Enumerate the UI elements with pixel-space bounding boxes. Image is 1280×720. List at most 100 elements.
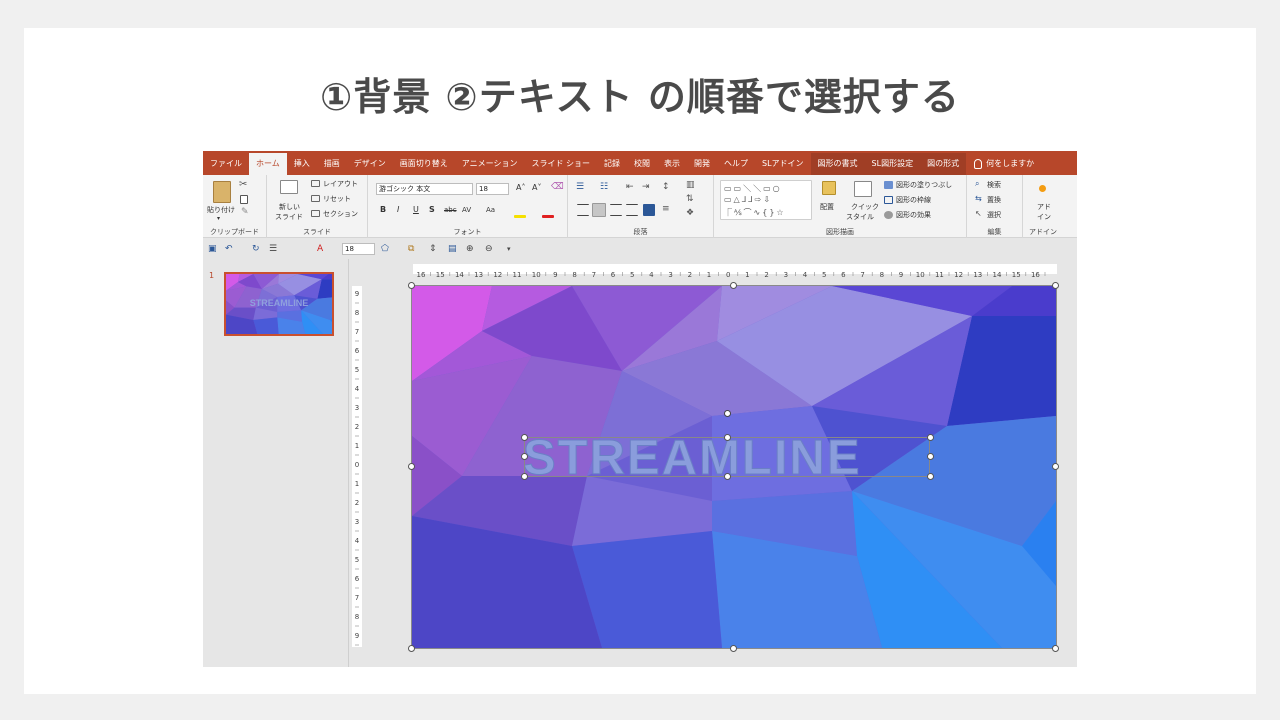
tab-8[interactable]: 記録 — [597, 153, 627, 175]
resize-handle[interactable] — [408, 645, 415, 652]
addin-label-1[interactable]: アド — [1037, 202, 1051, 212]
select-button[interactable]: 選択 — [987, 210, 1001, 220]
redo-icon[interactable]: ↻ — [252, 242, 260, 256]
paste-button[interactable]: 貼り付け — [207, 205, 235, 215]
shapes-row-2-icon[interactable]: ▭△⅃⅃⇨⇩ — [724, 195, 772, 204]
reset-icon[interactable] — [311, 195, 320, 202]
slide-thumbnail[interactable]: STREAMLINE — [224, 272, 334, 336]
chart-qat-icon[interactable]: ▤ — [448, 242, 457, 256]
text-resize-handle[interactable] — [724, 434, 731, 441]
resize-handle[interactable] — [730, 282, 737, 289]
align-right-icon[interactable] — [610, 204, 622, 216]
bold-button[interactable]: B — [380, 205, 386, 214]
resize-handle[interactable] — [408, 282, 415, 289]
justify-icon[interactable] — [626, 204, 638, 216]
zoom-out-icon[interactable]: ⊖ — [485, 242, 493, 256]
tab-2[interactable]: 挿入 — [287, 153, 317, 175]
resize-handle[interactable] — [1052, 463, 1059, 470]
align-center-icon[interactable] — [592, 203, 606, 217]
numbering-icon[interactable]: ☷ — [600, 182, 608, 192]
resize-handle[interactable] — [408, 463, 415, 470]
zoom-in-icon[interactable]: ⊕ — [466, 242, 474, 256]
undo-icon[interactable]: ↶ — [225, 242, 233, 256]
tab-12[interactable]: ヘルプ — [717, 153, 755, 175]
quick-style-label-2[interactable]: スタイル — [846, 212, 874, 222]
decrease-indent-icon[interactable]: ⇤ — [626, 182, 634, 192]
resize-handle[interactable] — [730, 645, 737, 652]
font-color-qat-icon[interactable]: A — [317, 242, 323, 256]
shape-outline-icon[interactable] — [884, 196, 893, 204]
tab-1[interactable]: ホーム — [249, 153, 287, 175]
shapes-row-3-icon[interactable]: ⎾⅍⌒∿{}☆ — [724, 207, 786, 218]
format-painter-icon[interactable]: ✎ — [241, 207, 249, 217]
tab-6[interactable]: アニメーション — [455, 153, 525, 175]
reset-button[interactable]: リセット — [323, 194, 351, 204]
rotate-handle-icon[interactable] — [724, 410, 731, 417]
tab-14[interactable]: 図形の書式 — [810, 153, 865, 175]
find-button[interactable]: 検索 — [987, 180, 1001, 190]
shadow-button[interactable]: S — [429, 205, 435, 214]
highlight-color-icon[interactable] — [514, 215, 526, 218]
layout-icon[interactable] — [311, 180, 320, 187]
bullets-icon[interactable]: ☰ — [576, 182, 584, 192]
tab-5[interactable]: 画面切り替え — [393, 153, 455, 175]
text-resize-handle[interactable] — [521, 453, 528, 460]
text-resize-handle[interactable] — [927, 473, 934, 480]
addin-icon[interactable] — [1039, 185, 1046, 192]
shape-effects-button[interactable]: 図形の効果 — [896, 210, 931, 220]
clear-format-icon[interactable]: ⌫ — [551, 182, 564, 192]
new-slide-label-2[interactable]: スライド — [275, 212, 303, 222]
new-slide-label-1[interactable]: 新しい — [279, 202, 300, 212]
resize-handle[interactable] — [1052, 282, 1059, 289]
tab-11[interactable]: 開発 — [687, 153, 717, 175]
grow-font-icon[interactable]: A˄ — [516, 183, 525, 192]
copy-icon[interactable] — [240, 195, 248, 204]
new-slide-icon[interactable] — [280, 180, 298, 194]
section-button[interactable]: セクション — [323, 209, 358, 219]
columns-icon[interactable]: ▥ — [686, 180, 695, 190]
tab-0[interactable]: ファイル — [203, 153, 249, 175]
shape-effects-icon[interactable] — [884, 211, 893, 219]
tell-me-search[interactable]: 何をしますか — [966, 153, 1041, 175]
group-qat-icon[interactable]: ⧉ — [408, 242, 414, 256]
tab-13[interactable]: SLアドイン — [755, 153, 811, 175]
shape-fill-button[interactable]: 図形の塗りつぶし — [896, 180, 952, 190]
addin-label-2[interactable]: イン — [1037, 212, 1051, 222]
text-resize-handle[interactable] — [724, 473, 731, 480]
layout-button[interactable]: レイアウト — [323, 179, 358, 189]
qat-font-size-select[interactable]: 18 — [342, 243, 375, 255]
align-left-icon[interactable] — [577, 204, 589, 216]
tab-10[interactable]: 表示 — [657, 153, 687, 175]
change-case-button[interactable]: Aa — [486, 206, 495, 214]
shape-fill-icon[interactable] — [884, 181, 893, 189]
shape-outline-button[interactable]: 図形の枠線 — [896, 195, 931, 205]
tab-16[interactable]: 図の形式 — [920, 153, 967, 175]
find-icon[interactable]: ⌕ — [975, 179, 979, 189]
paste-dropdown-icon[interactable]: ▾ — [217, 215, 220, 222]
underline-button[interactable]: U — [413, 205, 419, 214]
section-icon[interactable] — [311, 210, 320, 217]
font-color-icon[interactable] — [542, 215, 554, 218]
quick-style-label-1[interactable]: クイック — [851, 202, 879, 212]
increase-indent-icon[interactable]: ⇥ — [642, 182, 650, 192]
select-icon[interactable]: ↖ — [975, 209, 982, 218]
text-resize-handle[interactable] — [521, 434, 528, 441]
cut-icon[interactable]: ✂ — [239, 179, 247, 190]
text-resize-handle[interactable] — [927, 434, 934, 441]
line-spacing-icon[interactable]: ↕ — [662, 182, 670, 192]
shape-qat-icon[interactable]: ⬠ — [381, 242, 389, 256]
tab-3[interactable]: 描画 — [317, 153, 347, 175]
tab-4[interactable]: デザイン — [347, 153, 393, 175]
replace-icon[interactable]: ⇆ — [975, 194, 982, 203]
distributed-icon[interactable] — [643, 204, 655, 216]
text-resize-handle[interactable] — [521, 473, 528, 480]
tab-7[interactable]: スライド ショー — [524, 153, 597, 175]
bullets-qat-icon[interactable]: ☰ — [269, 242, 277, 256]
strikethrough-button[interactable]: abc — [444, 206, 457, 214]
font-size-select[interactable]: 18 — [476, 183, 509, 195]
customize-qat-icon[interactable]: ▾ — [507, 242, 511, 256]
shrink-font-icon[interactable]: A˅ — [532, 183, 541, 192]
save-icon[interactable]: ▣ — [208, 242, 217, 256]
replace-button[interactable]: 置換 — [987, 195, 1001, 205]
resize-handle[interactable] — [1052, 645, 1059, 652]
